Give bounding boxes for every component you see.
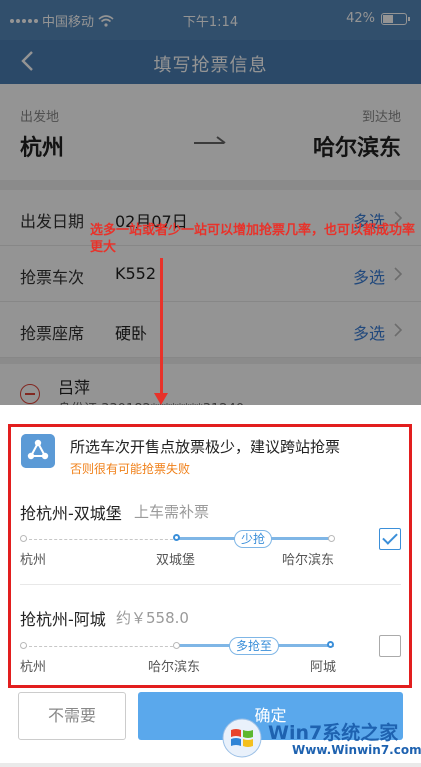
decline-button[interactable]: 不需要 [18,692,126,740]
annotation-text: 选多一站或者少一站可以增加抢票几率，也可以都成功率更大 [90,223,416,255]
annotation-arrow-head [154,393,168,405]
bottom-edge [0,763,421,767]
annotation-arrow-line [160,258,163,395]
watermark: Win7系统之家 Www.Winwin7.com [222,716,421,762]
modal-backdrop[interactable] [0,0,421,405]
watermark-url: Www.Winwin7.com [292,743,421,757]
windows-logo-icon [222,718,262,758]
annotation-highlight-box [8,424,412,688]
watermark-brand: Win7系统之家 [268,722,399,744]
